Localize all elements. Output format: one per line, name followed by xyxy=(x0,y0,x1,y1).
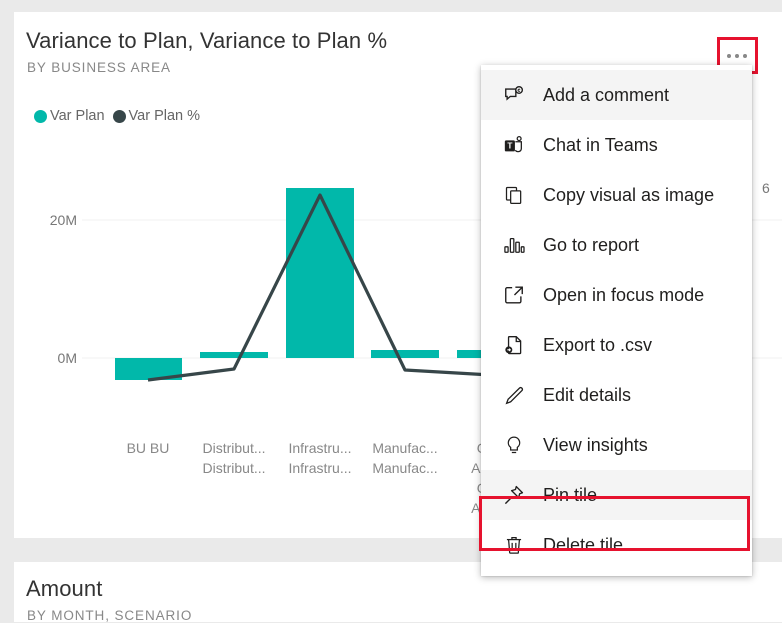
menu-item-edit-details[interactable]: Edit details xyxy=(481,370,752,420)
x-axis-label-infrastructure: Infrastru... Infrastru... xyxy=(288,440,352,476)
menu-item-pin-tile[interactable]: Pin tile xyxy=(481,470,752,520)
legend-item-var-plan-pct[interactable]: Var Plan % xyxy=(112,108,201,124)
pencil-icon xyxy=(499,382,529,408)
x-axis-label-distribution: Distribut... Distribut... xyxy=(202,440,266,476)
comment-icon xyxy=(499,82,529,108)
legend-label-var-plan-pct: Var Plan % xyxy=(128,108,201,124)
tile-title: Variance to Plan, Variance to Plan % xyxy=(26,28,388,53)
x-axis-label-bu: BU BU xyxy=(126,440,170,456)
menu-item-chat-in-teams[interactable]: T Chat in Teams xyxy=(481,120,752,170)
bar-manufacturing[interactable] xyxy=(371,350,439,358)
legend-swatch-var-plan xyxy=(34,109,47,123)
menu-item-delete-tile[interactable]: Delete tile xyxy=(481,520,752,570)
menu-item-label: Go to report xyxy=(543,234,640,255)
copy-icon xyxy=(499,182,529,208)
menu-item-label: Open in focus mode xyxy=(543,284,705,305)
export-file-icon xyxy=(499,332,529,358)
bar-distribution[interactable] xyxy=(200,352,268,358)
bar-infrastructure[interactable] xyxy=(286,188,354,358)
menu-item-view-insights[interactable]: View insights xyxy=(481,420,752,470)
lightbulb-icon xyxy=(499,432,529,458)
tile-context-menu[interactable]: Add a comment T Chat in Teams Copy visua… xyxy=(481,65,752,576)
pin-icon xyxy=(499,482,529,508)
menu-item-label: Copy visual as image xyxy=(543,184,715,205)
tile-subtitle: BY MONTH, SCENARIO xyxy=(27,608,193,623)
menu-item-export-to-csv[interactable]: Export to .csv xyxy=(481,320,752,370)
menu-item-label: Export to .csv xyxy=(543,334,653,355)
ellipsis-dot xyxy=(743,54,747,58)
trash-icon xyxy=(499,532,529,558)
menu-item-label: Edit details xyxy=(543,384,632,405)
bar-chart-icon xyxy=(499,232,529,258)
menu-item-copy-visual-as-image[interactable]: Copy visual as image xyxy=(481,170,752,220)
menu-item-go-to-report[interactable]: Go to report xyxy=(481,220,752,270)
legend-label-var-plan: Var Plan xyxy=(50,108,105,124)
svg-text:T: T xyxy=(507,142,512,151)
legend-swatch-var-plan-pct xyxy=(112,109,126,123)
menu-item-label: Chat in Teams xyxy=(543,134,658,155)
ellipsis-dot xyxy=(727,54,731,58)
menu-item-open-in-focus-mode[interactable]: Open in focus mode xyxy=(481,270,752,320)
tile-subtitle: BY BUSINESS AREA xyxy=(27,60,171,75)
menu-item-label: Delete tile xyxy=(543,534,624,555)
menu-item-add-a-comment[interactable]: Add a comment xyxy=(481,70,752,120)
tile-title: Amount xyxy=(26,576,103,601)
focus-mode-icon xyxy=(499,282,529,308)
menu-item-label: View insights xyxy=(543,434,648,455)
legend-item-var-plan[interactable]: Var Plan xyxy=(34,108,105,124)
ellipsis-dot xyxy=(735,54,739,58)
teams-icon: T xyxy=(499,132,529,158)
chart-legend: Var Plan Var Plan % xyxy=(34,108,200,124)
menu-item-label: Add a comment xyxy=(543,84,670,105)
x-axis-label-manufacturing: Manufac... Manufac... xyxy=(372,440,438,476)
menu-item-label: Pin tile xyxy=(543,484,598,505)
